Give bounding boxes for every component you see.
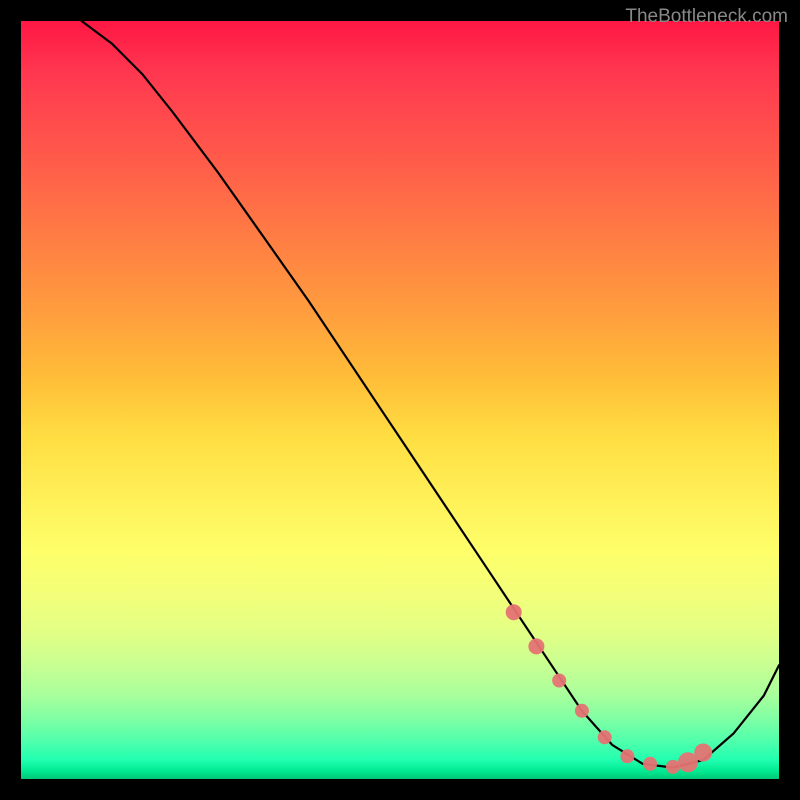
chart-plot-area (21, 21, 779, 779)
chart-marker-dot (575, 704, 589, 718)
chart-marker-dot (620, 749, 634, 763)
chart-marker-dot (598, 730, 612, 744)
chart-marker-dot (506, 604, 522, 620)
chart-marker-dot (552, 674, 566, 688)
chart-curve-line (82, 21, 779, 768)
chart-marker-dot (643, 757, 657, 771)
chart-marker-dot (666, 760, 680, 774)
chart-marker-dot (694, 744, 712, 762)
attribution-text: TheBottleneck.com (625, 6, 788, 28)
chart-markers-group (506, 604, 713, 774)
chart-svg (21, 21, 779, 779)
chart-marker-dot (528, 638, 544, 654)
